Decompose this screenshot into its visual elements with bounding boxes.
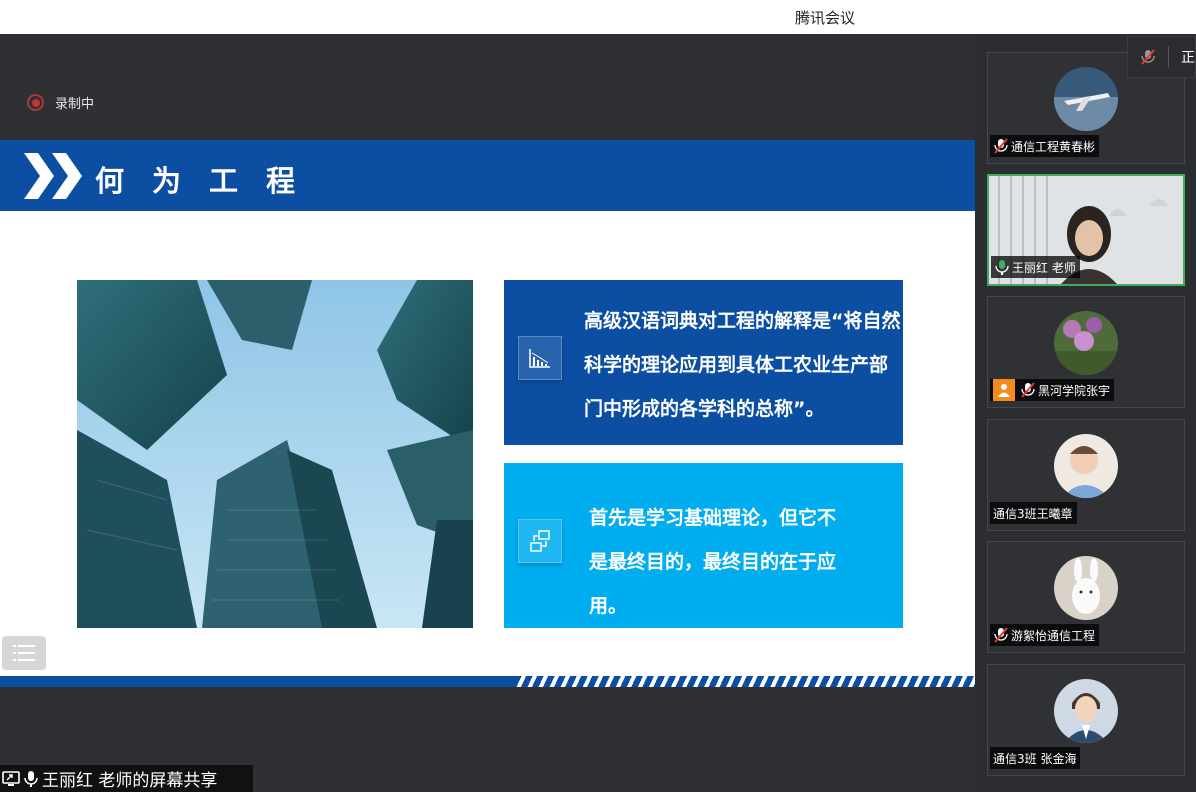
slide-footer-stripe (0, 676, 975, 687)
application-box: 首先是学习基础理论，但它不是最终目的，最终目的在于应用。 (504, 463, 903, 628)
participant-name: 王丽红 老师 (1012, 260, 1076, 275)
slide-menu-button[interactable] (2, 636, 46, 670)
avatar (1054, 679, 1118, 743)
floating-control-bar[interactable]: 正 (1127, 36, 1196, 78)
participant-tile-active-speaker[interactable]: 王丽红 老师 (987, 174, 1185, 286)
avatar (1054, 67, 1118, 131)
participant-name: 通信3班王曦章 (993, 506, 1073, 521)
participant-name-tag: 通信3班王曦章 (990, 502, 1077, 524)
participant-tile[interactable]: 通信3班王曦章 (987, 419, 1185, 531)
recording-indicator[interactable]: 录制中 (27, 93, 94, 112)
flow-icon (518, 519, 562, 563)
avatar (1054, 311, 1118, 375)
share-owner-text: 王丽红 老师的屏幕共享 (42, 771, 218, 791)
title-bar: 腾讯会议 (0, 0, 1196, 34)
list-icon (13, 645, 35, 661)
skyscrapers-image (77, 280, 473, 628)
chevrons-icon (24, 153, 82, 199)
participant-tile[interactable]: 黑河学院张宇 (987, 296, 1185, 408)
microphone-active-icon (995, 260, 1009, 275)
participant-name-tag: 通信工程黄春彬 (990, 135, 1100, 157)
avatar (1054, 556, 1118, 620)
participant-name-tag: 游絮怡通信工程 (990, 624, 1100, 646)
participants-sidebar: 通信工程黄春彬 王丽红 老师 黑河学院张宇 通信3班王曦章 游絮怡通信工程 通信… (975, 34, 1196, 792)
avatar (1054, 434, 1118, 498)
control-label: 正 (1181, 50, 1195, 66)
diagonal-stripes (515, 676, 975, 687)
definition-box: 高级汉语词典对工程的解释是“将自然科学的理论应用到具体工农业生产部门中形成的各学… (504, 280, 903, 445)
recording-label: 录制中 (55, 97, 95, 112)
definition-text: 高级汉语词典对工程的解释是“将自然科学的理论应用到具体工农业生产部门中形成的各学… (584, 310, 901, 420)
application-text: 首先是学习基础理论，但它不是最终目的，最终目的在于应用。 (589, 507, 837, 617)
participant-name-tag: 王丽红 老师 (991, 256, 1080, 278)
participant-name: 通信3班 张金海 (993, 751, 1077, 766)
slide-header: 何为工程 (0, 140, 975, 211)
screen-share-icon (2, 770, 20, 786)
shared-screen-stage: 录制中 何为工程 高级汉语词典对工程的解释是“将自然科学的理论应用到具体工农业生… (0, 34, 975, 792)
participant-name-tag: 黑河学院张宇 (990, 379, 1115, 401)
muted-mic-icon[interactable] (1140, 48, 1156, 66)
screen-share-label: 王丽红 老师的屏幕共享 (0, 765, 253, 792)
participant-name-tag: 通信3班 张金海 (990, 747, 1081, 769)
muted-mic-icon (1021, 382, 1035, 398)
person-icon (993, 379, 1015, 401)
microphone-icon (24, 770, 38, 787)
muted-mic-icon (994, 138, 1008, 154)
window-title: 腾讯会议 (795, 9, 856, 27)
participant-tile[interactable]: 通信3班 张金海 (987, 664, 1185, 776)
slide-title: 何为工程 (95, 164, 324, 198)
record-icon (27, 94, 44, 111)
participant-name: 通信工程黄春彬 (1011, 139, 1096, 154)
presentation-slide: 何为工程 高级汉语词典对工程的解释是“将自然科学的理论应用到具体工农业生产部门中… (0, 140, 975, 687)
participant-tile[interactable]: 游絮怡通信工程 (987, 541, 1185, 653)
participant-name: 游絮怡通信工程 (1011, 628, 1096, 643)
muted-mic-icon (994, 627, 1008, 643)
participant-name: 黑河学院张宇 (1038, 383, 1111, 398)
chart-icon (518, 336, 562, 380)
divider (1168, 46, 1169, 68)
